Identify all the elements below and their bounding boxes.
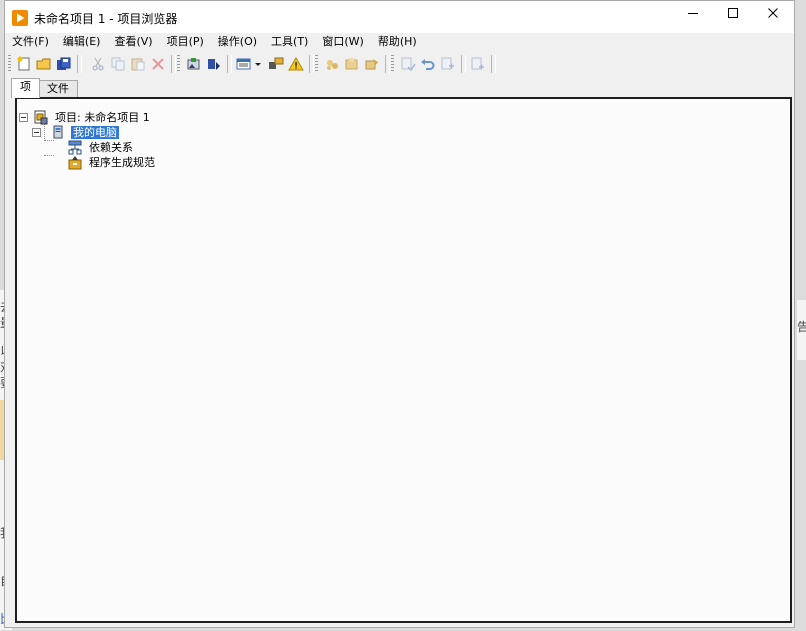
tree-connector	[44, 123, 45, 141]
warning-icon[interactable]	[287, 56, 305, 72]
tree-item-project-root[interactable]: 项目: 未命名项目 1	[33, 110, 152, 125]
filter-view-icon[interactable]	[205, 56, 223, 72]
maximize-button[interactable]	[710, 1, 755, 25]
toolbar-separator	[77, 55, 82, 73]
bg-text: 告	[797, 320, 806, 334]
menu-view[interactable]: 查看(V)	[107, 33, 159, 51]
toolbar-separator	[171, 55, 176, 73]
resolve-conflicts-icon[interactable]	[185, 56, 203, 72]
save-all-icon[interactable]	[55, 56, 73, 72]
window-title: 未命名项目 1 - 项目浏览器	[34, 12, 178, 26]
close-icon	[767, 8, 778, 18]
title-bar[interactable]: 未命名项目 1 - 项目浏览器	[5, 1, 794, 33]
copy-icon[interactable]	[109, 56, 127, 72]
menu-edit[interactable]: 编辑(E)	[56, 33, 108, 51]
project-icon	[34, 110, 48, 125]
project-tree[interactable]: 项目: 未命名项目 1 我的电脑 依赖关系 程序生成规范	[15, 97, 792, 623]
build-specifications-icon	[68, 156, 82, 170]
build-spec-icon[interactable]	[343, 56, 361, 72]
toolbar-separator	[385, 55, 390, 73]
cut-icon[interactable]	[89, 56, 107, 72]
redo-icon[interactable]	[439, 56, 457, 72]
menu-tools[interactable]: 工具(T)	[264, 33, 315, 51]
build-specifications-label: 程序生成规范	[89, 156, 155, 169]
build-icon[interactable]	[323, 56, 341, 72]
toolbar-grip[interactable]	[391, 55, 394, 73]
background-window-fragment-right: 告	[797, 300, 806, 360]
minimize-icon	[687, 13, 698, 14]
my-computer-label: 我的电脑	[71, 126, 119, 139]
toolbar-grip[interactable]	[315, 55, 318, 73]
computer-icon	[53, 125, 63, 139]
minimize-button[interactable]	[670, 1, 715, 25]
toolbar-separator	[461, 55, 466, 73]
menu-file[interactable]: 文件(F)	[5, 33, 56, 51]
toolbar-separator	[309, 55, 314, 73]
labview-app-icon	[12, 10, 28, 26]
delete-icon[interactable]	[149, 56, 167, 72]
menu-window[interactable]: 窗口(W)	[315, 33, 370, 51]
close-button[interactable]	[750, 1, 795, 25]
tree-connector	[44, 155, 54, 156]
help-icon[interactable]	[469, 56, 487, 72]
view-tabs: 项 文件	[5, 77, 794, 98]
undo-icon[interactable]	[419, 56, 437, 72]
toolbar-grip[interactable]	[177, 55, 180, 73]
menu-operate[interactable]: 操作(O)	[211, 33, 264, 51]
tree-item-dependencies[interactable]: 依赖关系	[67, 140, 135, 155]
open-icon[interactable]	[35, 56, 53, 72]
toolbar-grip[interactable]	[8, 55, 11, 73]
toolbar-separator	[491, 55, 496, 73]
cleanup-icon[interactable]	[363, 56, 381, 72]
tree-item-build-specifications[interactable]: 程序生成规范	[67, 155, 157, 170]
maximize-icon	[727, 8, 738, 18]
menu-help[interactable]: 帮助(H)	[371, 33, 424, 51]
project-root-label: 项目: 未命名项目 1	[55, 111, 150, 124]
toolbar	[5, 53, 794, 75]
toolbar-separator	[227, 55, 232, 73]
dropdown-arrow-icon[interactable]	[253, 56, 263, 72]
tab-items[interactable]: 项	[11, 78, 40, 98]
computer-collapse-toggle[interactable]	[32, 128, 41, 137]
view-menu-icon[interactable]	[235, 56, 253, 72]
dependencies-label: 依赖关系	[89, 141, 133, 154]
tree-connector	[44, 140, 54, 141]
dependencies-icon	[68, 140, 82, 155]
paste-icon[interactable]	[129, 56, 147, 72]
deploy-icon[interactable]	[267, 56, 285, 72]
project-explorer-window: 未命名项目 1 - 项目浏览器 文件(F) 编辑(E) 查看(V) 项目(P) …	[4, 0, 795, 628]
menu-bar: 文件(F) 编辑(E) 查看(V) 项目(P) 操作(O) 工具(T) 窗口(W…	[5, 33, 794, 51]
find-icon[interactable]	[399, 56, 417, 72]
new-icon[interactable]	[15, 56, 33, 72]
tree-item-my-computer[interactable]: 我的电脑	[51, 125, 119, 140]
menu-project[interactable]: 项目(P)	[160, 33, 211, 51]
tab-files[interactable]: 文件	[38, 80, 78, 97]
root-collapse-toggle[interactable]	[19, 113, 28, 122]
